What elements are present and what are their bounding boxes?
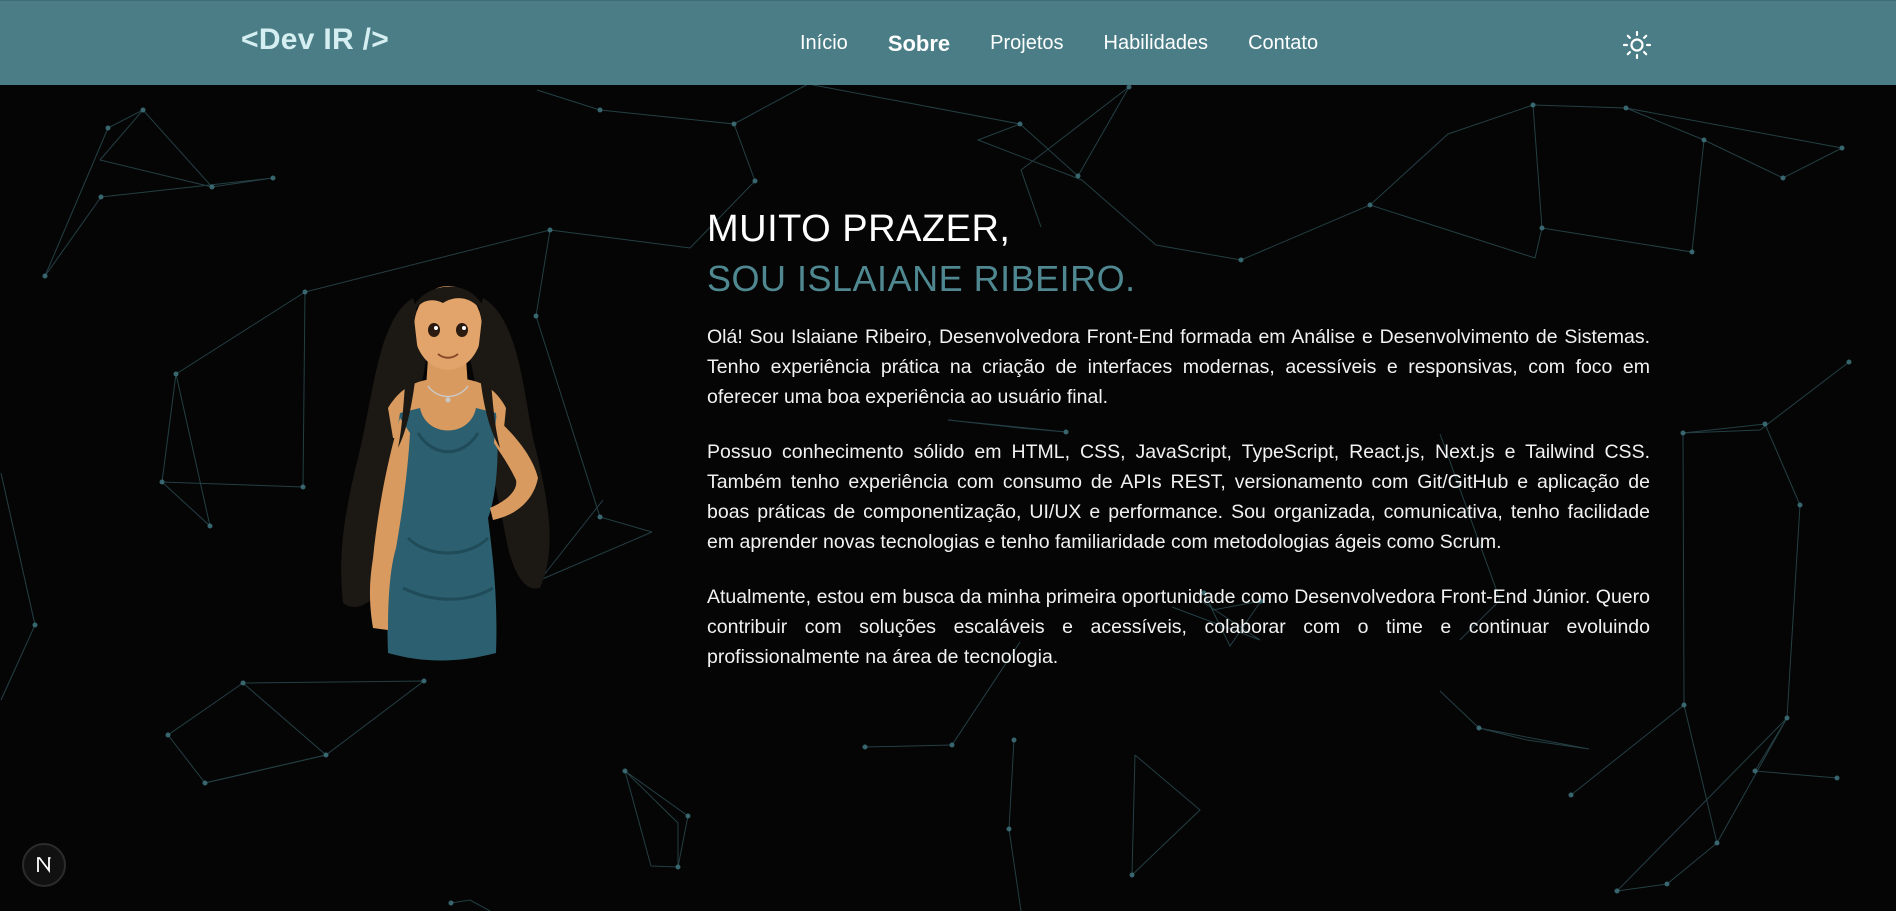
nav-link-habilidades[interactable]: Habilidades (1104, 32, 1209, 55)
theme-toggle-button[interactable] (1622, 30, 1652, 60)
top-navbar: <Dev IR /> Início Sobre Projetos Habilid… (0, 0, 1896, 85)
nav-link-inicio[interactable]: Início (800, 32, 848, 55)
avatar-illustration (318, 258, 578, 668)
name-heading: SOU ISLAIANE RIBEIRO. (707, 258, 1136, 299)
sun-icon (1622, 30, 1652, 60)
nav-link-projetos[interactable]: Projetos (990, 32, 1063, 55)
greeting-heading: MUITO PRAZER, (707, 208, 1011, 250)
site-logo[interactable]: <Dev IR /> (241, 23, 389, 57)
main-nav: Início Sobre Projetos Habilidades Contat… (800, 1, 1358, 86)
nextjs-dev-badge[interactable] (22, 843, 66, 887)
nav-link-sobre[interactable]: Sobre (888, 31, 950, 57)
about-paragraph-1: Olá! Sou Islaiane Ribeiro, Desenvolvedor… (707, 326, 1650, 408)
about-paragraph-3: Atualmente, estou em busca da minha prim… (707, 586, 1650, 668)
next-logo-icon (37, 857, 51, 874)
nav-link-contato[interactable]: Contato (1248, 32, 1318, 55)
about-section: MUITO PRAZER, SOU ISLAIANE RIBEIRO. Olá!… (707, 204, 1650, 697)
about-paragraph-2: Possuo conhecimento sólido em HTML, CSS,… (707, 441, 1650, 553)
